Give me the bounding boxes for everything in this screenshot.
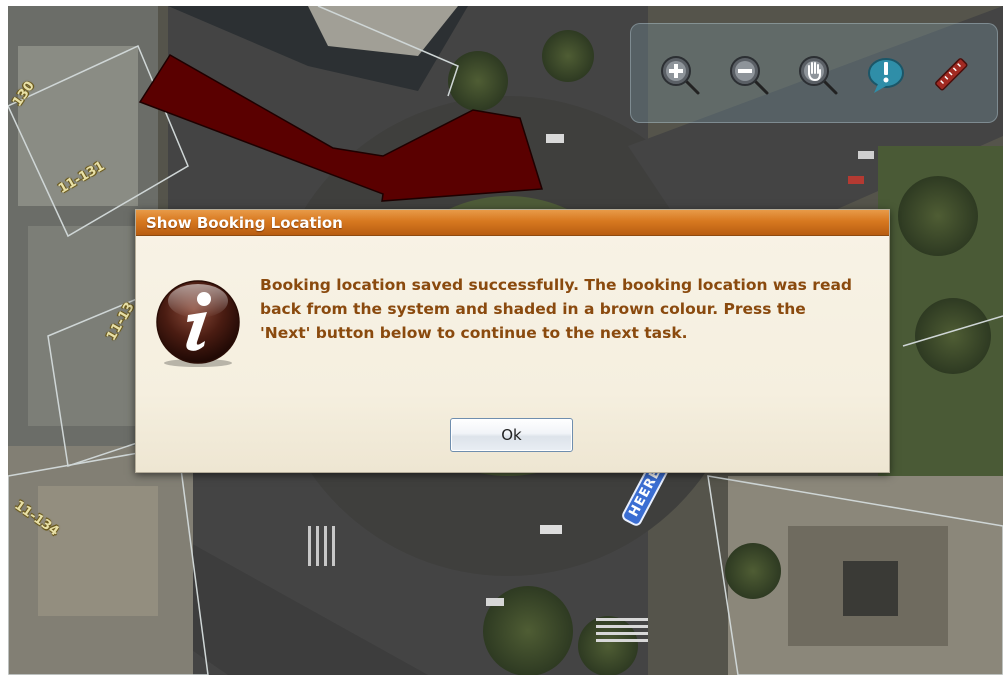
car bbox=[858, 151, 874, 159]
booking-location-dialog: Show Booking Location Booking location s… bbox=[135, 209, 890, 473]
tree bbox=[915, 298, 991, 374]
dialog-title: Show Booking Location bbox=[146, 214, 343, 232]
tree bbox=[898, 176, 978, 256]
zoom-in-button[interactable] bbox=[658, 53, 702, 97]
ok-button[interactable]: Ok bbox=[450, 418, 573, 452]
tree bbox=[725, 543, 781, 599]
identify-icon bbox=[868, 58, 904, 93]
building-roof bbox=[843, 561, 898, 616]
building-roof bbox=[38, 486, 158, 616]
tree bbox=[448, 51, 508, 111]
zoom-out-icon bbox=[730, 56, 769, 95]
zoom-out-button[interactable] bbox=[727, 53, 771, 97]
zoom-in-icon bbox=[661, 56, 700, 95]
measure-icon bbox=[935, 58, 968, 91]
dialog-titlebar[interactable]: Show Booking Location bbox=[136, 210, 889, 236]
measure-button[interactable] bbox=[930, 53, 974, 97]
tree bbox=[542, 30, 594, 82]
map-toolbar bbox=[630, 23, 998, 123]
car bbox=[546, 134, 564, 143]
identify-button[interactable] bbox=[864, 53, 908, 97]
pan-icon bbox=[799, 56, 838, 95]
map-viewport[interactable]: 130 11-131 11-13 11-134 HEEREN Show Book… bbox=[8, 6, 1003, 675]
tree bbox=[578, 616, 638, 675]
info-icon bbox=[156, 280, 240, 367]
car bbox=[486, 598, 504, 606]
car bbox=[540, 525, 562, 534]
car bbox=[848, 176, 864, 184]
dialog-message: Booking location saved successfully. The… bbox=[260, 276, 853, 342]
pan-button[interactable] bbox=[796, 53, 840, 97]
